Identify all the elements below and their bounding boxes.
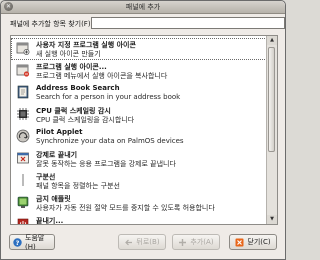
search-input[interactable] bbox=[91, 17, 285, 29]
item-description: Synchronize your data on PalmOS devices bbox=[36, 137, 184, 145]
app-launcher-icon bbox=[16, 63, 30, 77]
item-title: Address Book Search bbox=[36, 84, 120, 92]
list-item-cpu-monitor[interactable]: CPU 클럭 스케일링 감시 CPU 클럭 스케일링을 감시합니다 bbox=[11, 104, 267, 126]
help-button-label: 도움말(H) bbox=[25, 234, 45, 251]
title-bar[interactable]: ✕ 패널에 추가 bbox=[1, 1, 285, 14]
back-arrow-icon bbox=[124, 238, 133, 247]
scroll-thumb[interactable] bbox=[268, 47, 275, 152]
list-item-custom-launcher[interactable]: 사용자 지정 프로그램 실행 아이콘 새 실행 아이콘 만들기 bbox=[11, 38, 267, 60]
applet-list[interactable]: 사용자 지정 프로그램 실행 아이콘 새 실행 아이콘 만들기 프로그램 실행 … bbox=[10, 35, 278, 225]
close-x-icon bbox=[235, 238, 244, 247]
list-item-separator[interactable]: 구분선 패널 항목을 정렬하는 구분선 bbox=[11, 170, 267, 192]
list-item-shutdown[interactable]: 끝내기... bbox=[11, 214, 267, 225]
scroll-up-arrow-icon[interactable]: ▲ bbox=[267, 36, 277, 45]
custom-launcher-icon bbox=[16, 41, 30, 55]
list-item-inhibit-applet[interactable]: 금지 애플릿 사용자가 자동 전원 절약 모드를 중지할 수 있도록 허용합니다 bbox=[11, 192, 267, 214]
add-to-panel-dialog: ✕ 패널에 추가 패널에 추가할 항목 찾기(F): 사용자 지정 프로그램 실… bbox=[0, 0, 286, 260]
item-title: 끝내기... bbox=[36, 217, 64, 225]
close-button-label: 닫기(C) bbox=[247, 238, 271, 246]
scroll-down-arrow-icon[interactable]: ▼ bbox=[267, 215, 277, 224]
close-button[interactable]: 닫기(C) bbox=[229, 234, 277, 250]
help-button[interactable]: ? 도움말(H) bbox=[9, 234, 55, 251]
add-button-label: 추가(A) bbox=[190, 238, 214, 246]
item-title: Pilot Applet bbox=[36, 128, 83, 136]
item-description: 잘못 동작하는 응용 프로그램을 강제로 끝냅니다 bbox=[36, 160, 176, 168]
pilot-applet-icon bbox=[16, 129, 30, 143]
list-item-address-book[interactable]: Address Book Search Search for a person … bbox=[11, 82, 267, 104]
list-scrollbar[interactable]: ▲ ▼ bbox=[266, 36, 277, 224]
svg-text:?: ? bbox=[16, 238, 20, 246]
add-plus-icon bbox=[178, 238, 187, 247]
list-item-force-quit[interactable]: 강제로 끝내기 잘못 동작하는 응용 프로그램을 강제로 끝냅니다 bbox=[11, 148, 267, 170]
item-description: Search for a person in your address book bbox=[36, 93, 181, 101]
list-item-app-launcher[interactable]: 프로그램 실행 아이콘... 프로그램 메뉴에서 실행 아이콘을 복사합니다 bbox=[11, 60, 267, 82]
back-button[interactable]: 뒤로(B) bbox=[118, 234, 166, 250]
force-quit-icon bbox=[16, 151, 30, 165]
help-icon: ? bbox=[13, 237, 22, 247]
item-description: 새 실행 아이콘 만들기 bbox=[36, 50, 101, 58]
separator-icon bbox=[16, 173, 30, 187]
back-button-label: 뒤로(B) bbox=[136, 238, 160, 246]
shutdown-icon bbox=[16, 217, 30, 224]
window-title: 패널에 추가 bbox=[125, 3, 161, 11]
address-book-icon bbox=[16, 85, 30, 99]
item-description: 패널 항목을 정렬하는 구분선 bbox=[36, 182, 120, 190]
item-description: 프로그램 메뉴에서 실행 아이콘을 복사합니다 bbox=[36, 72, 168, 80]
item-description: CPU 클럭 스케일링을 감시합니다 bbox=[36, 116, 135, 124]
item-description: 사용자가 자동 전원 절약 모드를 중지할 수 있도록 허용합니다 bbox=[36, 204, 215, 212]
search-row: 패널에 추가할 항목 찾기(F): bbox=[10, 16, 285, 30]
list-item-pilot-applet[interactable]: Pilot Applet Synchronize your data on Pa… bbox=[11, 126, 267, 148]
inhibit-applet-icon bbox=[16, 195, 30, 209]
cpu-monitor-icon bbox=[16, 107, 30, 121]
add-button[interactable]: 추가(A) bbox=[172, 234, 220, 250]
search-label: 패널에 추가할 항목 찾기(F): bbox=[10, 20, 93, 28]
